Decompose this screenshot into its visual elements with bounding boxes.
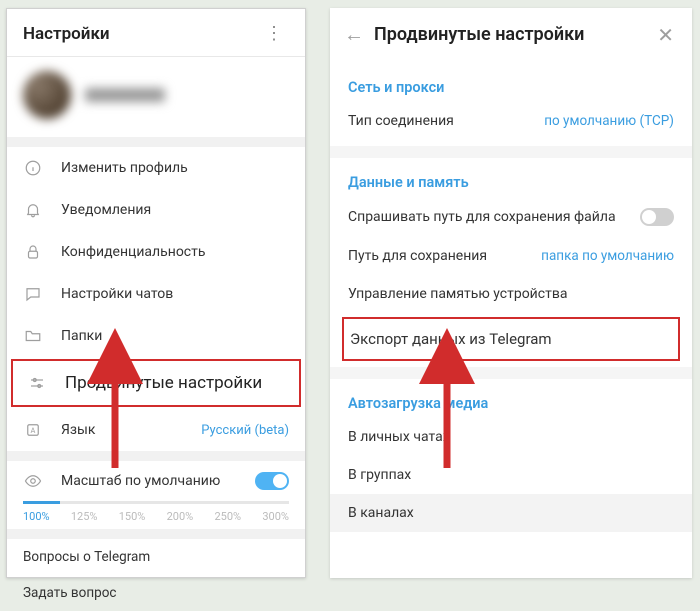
bell-icon (23, 200, 43, 220)
item-edit-profile[interactable]: Изменить профиль (7, 147, 305, 189)
back-icon[interactable]: ← (340, 22, 374, 47)
separator (7, 529, 305, 539)
scale-row[interactable]: Масштаб по умолчанию (23, 471, 289, 491)
item-folders[interactable]: Папки (7, 315, 305, 357)
advanced-header: ← Продвинутые настройки ✕ (330, 8, 692, 61)
tick[interactable]: 200% (167, 510, 194, 523)
item-label: Конфиденциальность (61, 244, 205, 260)
scale-label: Масштаб по умолчанию (61, 473, 220, 489)
language-icon: A (23, 420, 43, 440)
folder-icon (23, 326, 43, 346)
tick[interactable]: 300% (262, 510, 289, 523)
row-storage[interactable]: Управление памятью устройства (348, 275, 674, 313)
item-advanced[interactable]: Продвинутые настройки (11, 359, 301, 407)
item-label: Продвинутые настройки (65, 373, 262, 393)
chat-icon (23, 284, 43, 304)
row-export-data[interactable]: Экспорт данных из Telegram (342, 317, 680, 361)
lock-icon (23, 242, 43, 262)
tick[interactable]: 125% (71, 510, 98, 523)
row-label: Управление памятью устройства (348, 286, 567, 302)
item-label: Изменить профиль (61, 160, 188, 176)
advanced-panel: ← Продвинутые настройки ✕ Сеть и прокси … (330, 8, 692, 578)
item-notifications[interactable]: Уведомления (7, 189, 305, 231)
row-label: В каналах (348, 505, 414, 521)
tick[interactable]: 250% (215, 510, 242, 523)
row-auto-channels[interactable]: В каналах (330, 494, 692, 532)
settings-panel: Настройки ⋮ Изменить профиль Уведомления… (6, 8, 306, 578)
item-privacy[interactable]: Конфиденциальность (7, 231, 305, 273)
item-label: Уведомления (61, 202, 151, 218)
settings-title: Настройки (23, 24, 110, 44)
close-icon[interactable]: ✕ (653, 23, 678, 47)
item-language[interactable]: A Язык Русский (beta) (7, 409, 305, 451)
row-label: Путь для сохранения (348, 248, 487, 264)
section-header: Данные и память (348, 164, 674, 197)
row-connection-type[interactable]: Тип соединения по умолчанию (TCP) (348, 102, 674, 140)
row-label: Экспорт данных из Telegram (350, 330, 552, 348)
item-label: Язык (61, 422, 95, 438)
svg-text:A: A (31, 426, 36, 435)
language-value: Русский (beta) (201, 423, 289, 438)
row-ask-path[interactable]: Спрашивать путь для сохранения файла (348, 197, 674, 237)
item-chat-settings[interactable]: Настройки чатов (7, 273, 305, 315)
row-auto-private[interactable]: В личных чатах (348, 418, 674, 456)
profile-name (85, 88, 165, 102)
scale-block: Масштаб по умолчанию 100% 125% 150% 200%… (7, 461, 305, 529)
scale-slider[interactable] (23, 501, 289, 504)
tick[interactable]: 150% (119, 510, 146, 523)
row-label: Спрашивать путь для сохранения файла (348, 209, 616, 225)
separator (330, 367, 692, 379)
item-faq[interactable]: Вопросы о Telegram (7, 539, 305, 575)
advanced-title: Продвинутые настройки (374, 24, 653, 45)
row-label: В группах (348, 467, 411, 483)
row-label: Тип соединения (348, 113, 454, 129)
row-label: В личных чатах (348, 429, 450, 445)
row-value: по умолчанию (TCP) (544, 113, 674, 129)
eye-icon (23, 471, 43, 491)
profile-block[interactable] (7, 57, 305, 137)
row-save-path[interactable]: Путь для сохранения папка по умолчанию (348, 237, 674, 275)
section-network: Сеть и прокси Тип соединения по умолчани… (330, 61, 692, 536)
item-ask[interactable]: Задать вопрос (7, 575, 305, 611)
row-auto-groups[interactable]: В группах (348, 456, 674, 494)
sliders-icon (27, 373, 47, 393)
more-icon[interactable]: ⋮ (259, 23, 289, 44)
avatar (23, 71, 71, 119)
item-label: Настройки чатов (61, 286, 173, 302)
item-label: Папки (61, 328, 102, 344)
tick[interactable]: 100% (23, 510, 50, 523)
section-header: Автозагрузка медиа (348, 385, 674, 418)
info-icon (23, 158, 43, 178)
settings-header: Настройки ⋮ (7, 9, 305, 57)
scale-toggle[interactable] (255, 472, 289, 490)
ask-path-toggle[interactable] (640, 208, 674, 226)
separator (330, 146, 692, 158)
separator (7, 451, 305, 461)
scale-ticks: 100% 125% 150% 200% 250% 300% (23, 510, 289, 523)
separator (7, 137, 305, 147)
section-header: Сеть и прокси (348, 69, 674, 102)
row-value: папка по умолчанию (541, 248, 674, 264)
